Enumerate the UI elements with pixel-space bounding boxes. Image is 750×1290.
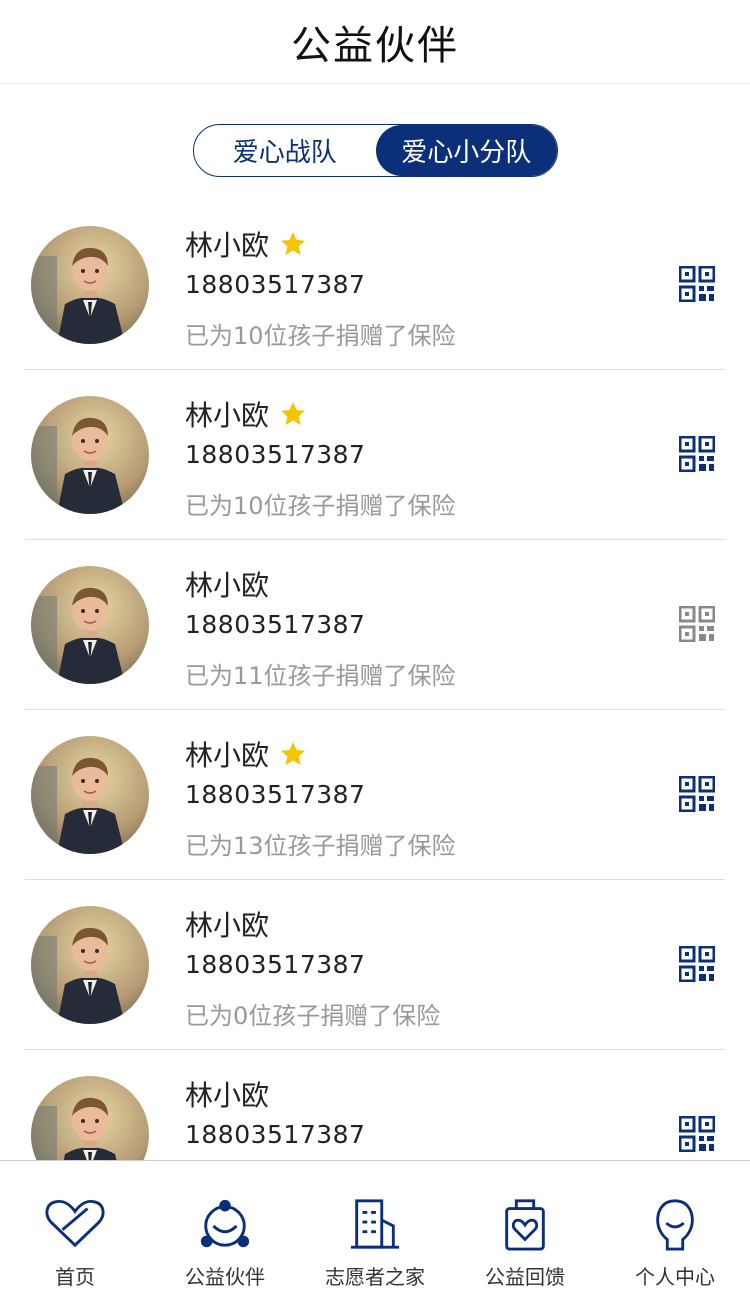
name-line: 林小欧 xyxy=(185,734,307,774)
partner-phone: 18803517387 xyxy=(185,780,366,809)
app-screen: 公益伙伴 爱心战队 爱心小分队 林小欧 18803517387 已为10位孩子捐… xyxy=(0,0,750,1290)
user-icon xyxy=(656,1199,694,1251)
partner-phone: 18803517387 xyxy=(185,950,366,979)
partner-row[interactable]: 林小欧 18803517387 已为10位孩子捐赠了保险 xyxy=(25,370,725,540)
boy-photo xyxy=(31,906,149,1024)
partner-phone: 18803517387 xyxy=(185,610,366,639)
qr-code-icon[interactable] xyxy=(679,606,715,642)
donation-summary: 已为10位孩子捐赠了保险 xyxy=(185,492,456,520)
donation-summary: 已为10位孩子捐赠了保险 xyxy=(185,322,456,350)
partner-row[interactable]: 林小欧 18803517387 已为10位孩子捐赠了保险 xyxy=(25,200,725,370)
nav-home[interactable]: 首页 xyxy=(0,1161,150,1290)
avatar xyxy=(31,396,149,514)
nav-label: 首页 xyxy=(55,1265,95,1289)
boy-photo xyxy=(31,736,149,854)
avatar xyxy=(31,736,149,854)
gift-bag-icon xyxy=(505,1199,545,1251)
donation-summary: 已为13位孩子捐赠了保险 xyxy=(185,832,456,860)
nav-charity-feedback[interactable]: 公益回馈 xyxy=(450,1161,600,1290)
avatar xyxy=(31,226,149,344)
qr-code-icon[interactable] xyxy=(679,436,715,472)
building-icon xyxy=(350,1199,400,1249)
donation-summary: 已为11位孩子捐赠了保险 xyxy=(185,662,456,690)
tab-love-squad[interactable]: 爱心小分队 xyxy=(375,125,557,176)
avatar xyxy=(31,1076,149,1160)
nav-label: 公益回馈 xyxy=(485,1265,565,1289)
boy-photo xyxy=(31,226,149,344)
partner-row[interactable]: 林小欧 18803517387 已为11位孩子捐赠了保险 xyxy=(25,540,725,710)
boy-photo xyxy=(31,1076,149,1160)
name-line: 林小欧 xyxy=(185,564,269,604)
partner-phone: 18803517387 xyxy=(185,1120,366,1149)
star-icon xyxy=(281,402,306,425)
avatar xyxy=(31,906,149,1024)
boy-photo xyxy=(31,566,149,684)
partner-row[interactable]: 林小欧 18803517387 已为0位孩子捐赠了保险 xyxy=(25,880,725,1050)
header: 公益伙伴 xyxy=(0,0,750,84)
qr-code-icon[interactable] xyxy=(679,776,715,812)
name-line: 林小欧 xyxy=(185,1074,269,1114)
partner-row[interactable]: 林小欧 18803517387 已为13位孩子捐赠了保险 xyxy=(25,710,725,880)
partner-phone: 18803517387 xyxy=(185,270,366,299)
nav-label: 个人中心 xyxy=(635,1265,715,1289)
nav-personal-center[interactable]: 个人中心 xyxy=(600,1161,750,1290)
name-line: 林小欧 xyxy=(185,904,269,944)
partner-phone: 18803517387 xyxy=(185,440,366,469)
avatar xyxy=(31,566,149,684)
partner-name: 林小欧 xyxy=(185,739,270,772)
nav-partners[interactable]: 公益伙伴 xyxy=(150,1161,300,1290)
heart-icon xyxy=(45,1199,105,1248)
partner-name: 林小欧 xyxy=(185,569,270,602)
star-icon xyxy=(281,232,306,255)
nav-volunteer-home[interactable]: 志愿者之家 xyxy=(300,1161,450,1290)
qr-code-icon[interactable] xyxy=(679,1116,715,1152)
partners-icon xyxy=(200,1199,250,1248)
partner-row[interactable]: 林小欧 18803517387 xyxy=(25,1050,725,1160)
partner-name: 林小欧 xyxy=(185,909,270,942)
team-tabs: 爱心战队 爱心小分队 xyxy=(193,124,558,177)
partner-name: 林小欧 xyxy=(185,1079,270,1112)
partner-list[interactable]: 林小欧 18803517387 已为10位孩子捐赠了保险 林小欧 1880351… xyxy=(25,200,725,1160)
bottom-nav: 首页 公益伙伴 志愿者之家 公益回馈 个人中心 xyxy=(0,1160,750,1290)
page-title: 公益伙伴 xyxy=(291,22,459,69)
partner-name: 林小欧 xyxy=(185,229,270,262)
partner-name: 林小欧 xyxy=(185,399,270,432)
nav-label: 志愿者之家 xyxy=(325,1265,425,1289)
qr-code-icon[interactable] xyxy=(679,946,715,982)
name-line: 林小欧 xyxy=(185,394,307,434)
tab-love-team[interactable]: 爱心战队 xyxy=(194,125,376,176)
star-icon xyxy=(281,742,306,765)
donation-summary: 已为0位孩子捐赠了保险 xyxy=(185,1002,441,1030)
nav-label: 公益伙伴 xyxy=(185,1265,265,1289)
name-line: 林小欧 xyxy=(185,224,307,264)
qr-code-icon[interactable] xyxy=(679,266,715,302)
boy-photo xyxy=(31,396,149,514)
